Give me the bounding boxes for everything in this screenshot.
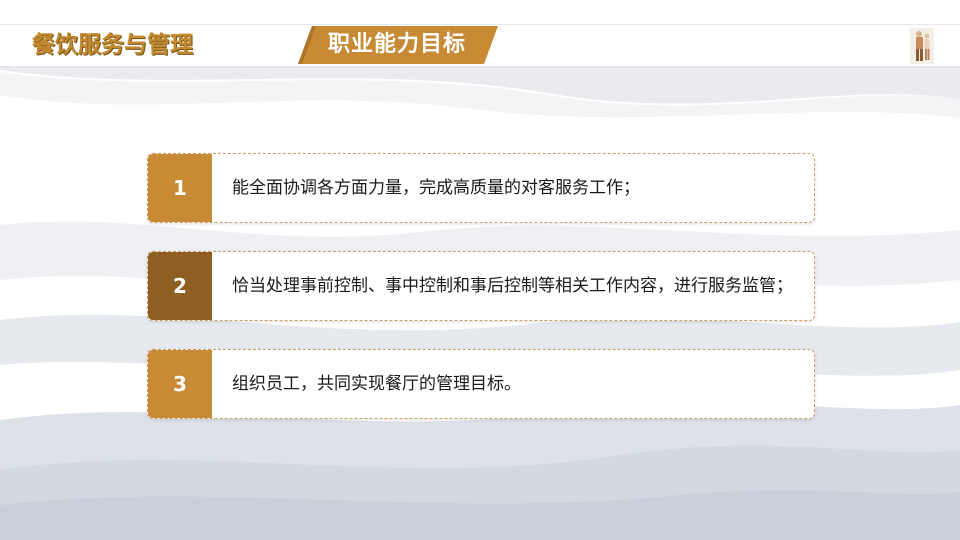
item-text: 组织员工，共同实现餐厅的管理目标。: [232, 374, 521, 394]
item-number-badge: 2: [148, 252, 212, 320]
item-text: 能全面协调各方面力量，完成高质量的对客服务工作；: [232, 178, 640, 198]
section-tab: 职业能力目标: [298, 26, 498, 64]
chef-figure-logo-icon: [910, 28, 934, 64]
list-item: 1 能全面协调各方面力量，完成高质量的对客服务工作；: [147, 153, 815, 223]
item-text: 恰当处理事前控制、事中控制和事后控制等相关工作内容，进行服务监管；: [232, 276, 793, 296]
section-title: 职业能力目标: [328, 32, 467, 57]
header-bar: 餐饮服务与管理 职业能力目标: [0, 0, 960, 67]
item-number-badge: 3: [148, 350, 212, 418]
item-number-badge: 1: [148, 154, 212, 222]
brand-title: 餐饮服务与管理: [32, 32, 193, 58]
list-item: 3 组织员工，共同实现餐厅的管理目标。: [147, 349, 815, 419]
header-divider: [0, 24, 960, 25]
list-item: 2 恰当处理事前控制、事中控制和事后控制等相关工作内容，进行服务监管；: [147, 251, 815, 321]
